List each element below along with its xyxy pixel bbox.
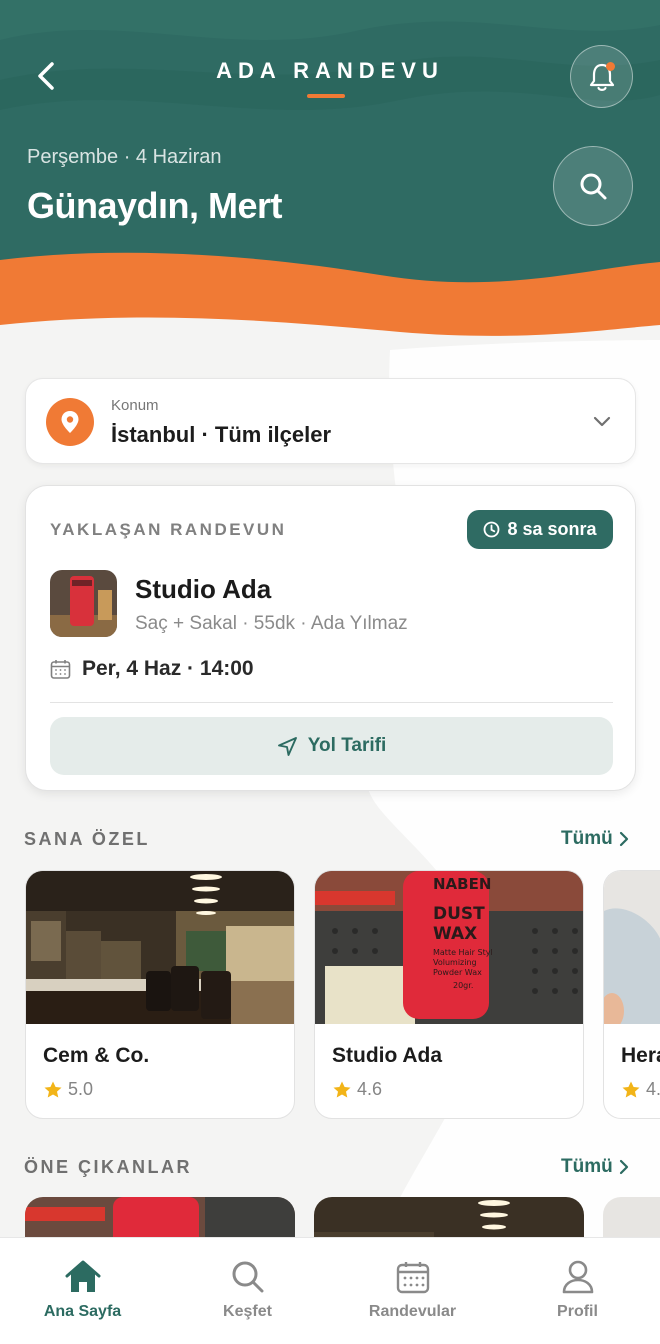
nav-home[interactable]: Ana Sayfa: [0, 1238, 165, 1344]
user-icon: [562, 1260, 593, 1294]
home-icon: [65, 1260, 100, 1292]
shop-card[interactable]: NABEN DUST WAX Matte Hair Styl Volumizin…: [314, 870, 584, 1119]
notification-dot: [606, 62, 615, 71]
date-line: Perşembe · 4 Haziran: [27, 146, 222, 168]
location-selector[interactable]: Konum İstanbul · Tüm ilçeler: [25, 378, 636, 464]
product-sub-1: Matte Hair Styl: [433, 948, 493, 957]
clock-icon: [484, 521, 500, 538]
rating-value: 4.6: [357, 1079, 383, 1099]
appointment-details: Saç + Sakal · 55dk · Ada Yılmaz: [135, 613, 408, 634]
search-icon: [232, 1261, 263, 1293]
nav-label: Ana Sayfa: [43, 1303, 122, 1320]
shop-name: Cem & Co.: [43, 1044, 150, 1067]
greeting: Günaydın, Mert: [27, 185, 283, 226]
shop-card[interactable]: Hera 4.: [603, 870, 660, 1119]
appointment-shop-name: Studio Ada: [135, 574, 272, 604]
notifications-button[interactable]: [570, 45, 633, 108]
nav-label: Randevular: [368, 1303, 457, 1320]
rating-value: 4.: [646, 1079, 660, 1099]
app-title: ADA RANDEVU: [216, 58, 444, 83]
nav-label: Keşfet: [223, 1303, 272, 1320]
for-you-see-all[interactable]: Tümü: [561, 828, 629, 850]
upcoming-appointment-card[interactable]: YAKLAŞAN RANDEVUN 8 sa sonra Studio Ada …: [25, 485, 636, 791]
product-sub-3: Powder Wax: [433, 968, 482, 977]
chevron-right-icon: [619, 1159, 628, 1175]
star-icon: [333, 1081, 351, 1097]
nav-appointments[interactable]: Randevular: [330, 1238, 495, 1344]
appointment-datetime: Per, 4 Haz · 14:00: [82, 657, 254, 680]
see-all-label: Tümü: [561, 828, 613, 849]
search-icon: [580, 173, 607, 200]
upcoming-heading: YAKLAŞAN RANDEVUN: [50, 520, 287, 539]
shop-name: Hera: [621, 1044, 660, 1067]
navigation-arrow-icon: [277, 736, 297, 756]
rating-value: 5.0: [68, 1079, 94, 1099]
location-label: Konum: [111, 397, 159, 414]
directions-label: Yol Tarifi: [307, 735, 387, 756]
product-name-line2: WAX: [433, 924, 477, 944]
product-name-line1: DUST: [433, 904, 485, 924]
divider: [50, 702, 613, 703]
time-until-text: 8 sa sonra: [507, 519, 597, 539]
calendar-icon: [50, 659, 71, 679]
location-pin-icon: [46, 398, 94, 446]
chevron-right-icon: [619, 831, 628, 847]
dust-wax-product-image: NABEN DUST WAX Matte Hair Styl Volumizin…: [315, 871, 583, 1024]
directions-button[interactable]: Yol Tarifi: [50, 717, 613, 775]
nav-profile[interactable]: Profil: [495, 1238, 660, 1344]
barbershop-interior-image: [26, 871, 294, 1024]
header: ADA RANDEVU Perşembe · 4 Haziran Günaydı…: [0, 0, 660, 340]
location-value: İstanbul · Tüm ilçeler: [111, 422, 332, 447]
product-weight: 20gr.: [453, 981, 473, 990]
appointment-date-row: Per, 4 Haz · 14:00: [50, 657, 254, 681]
nav-label: Profil: [557, 1303, 598, 1320]
product-sub-2: Volumizing: [433, 958, 477, 967]
calendar-icon: [396, 1262, 429, 1294]
star-icon: [622, 1081, 640, 1097]
see-all-label: Tümü: [561, 1156, 613, 1177]
time-until-badge: 8 sa sonra: [467, 510, 613, 549]
shop-rating: 5.0: [43, 1079, 93, 1100]
person-portrait-image: [604, 871, 660, 1024]
nav-explore[interactable]: Keşfet: [165, 1238, 330, 1344]
search-button[interactable]: [553, 146, 633, 226]
shop-card[interactable]: Cem & Co. 5.0: [25, 870, 295, 1119]
for-you-title: SANA ÖZEL: [24, 829, 150, 849]
bottom-navigation: Ana Sayfa Keşfet Randevular Profil: [0, 1237, 660, 1344]
title-underline: [307, 94, 345, 98]
shop-rating: 4.: [621, 1079, 660, 1100]
shop-thumbnail: [50, 570, 117, 637]
featured-see-all[interactable]: Tümü: [561, 1156, 629, 1178]
product-brand-text: NABEN: [433, 875, 491, 893]
shop-rating: 4.6: [332, 1079, 382, 1100]
chevron-down-icon: [593, 416, 611, 427]
featured-title: ÖNE ÇIKANLAR: [24, 1157, 192, 1177]
star-icon: [44, 1081, 62, 1097]
shop-name: Studio Ada: [332, 1044, 443, 1067]
